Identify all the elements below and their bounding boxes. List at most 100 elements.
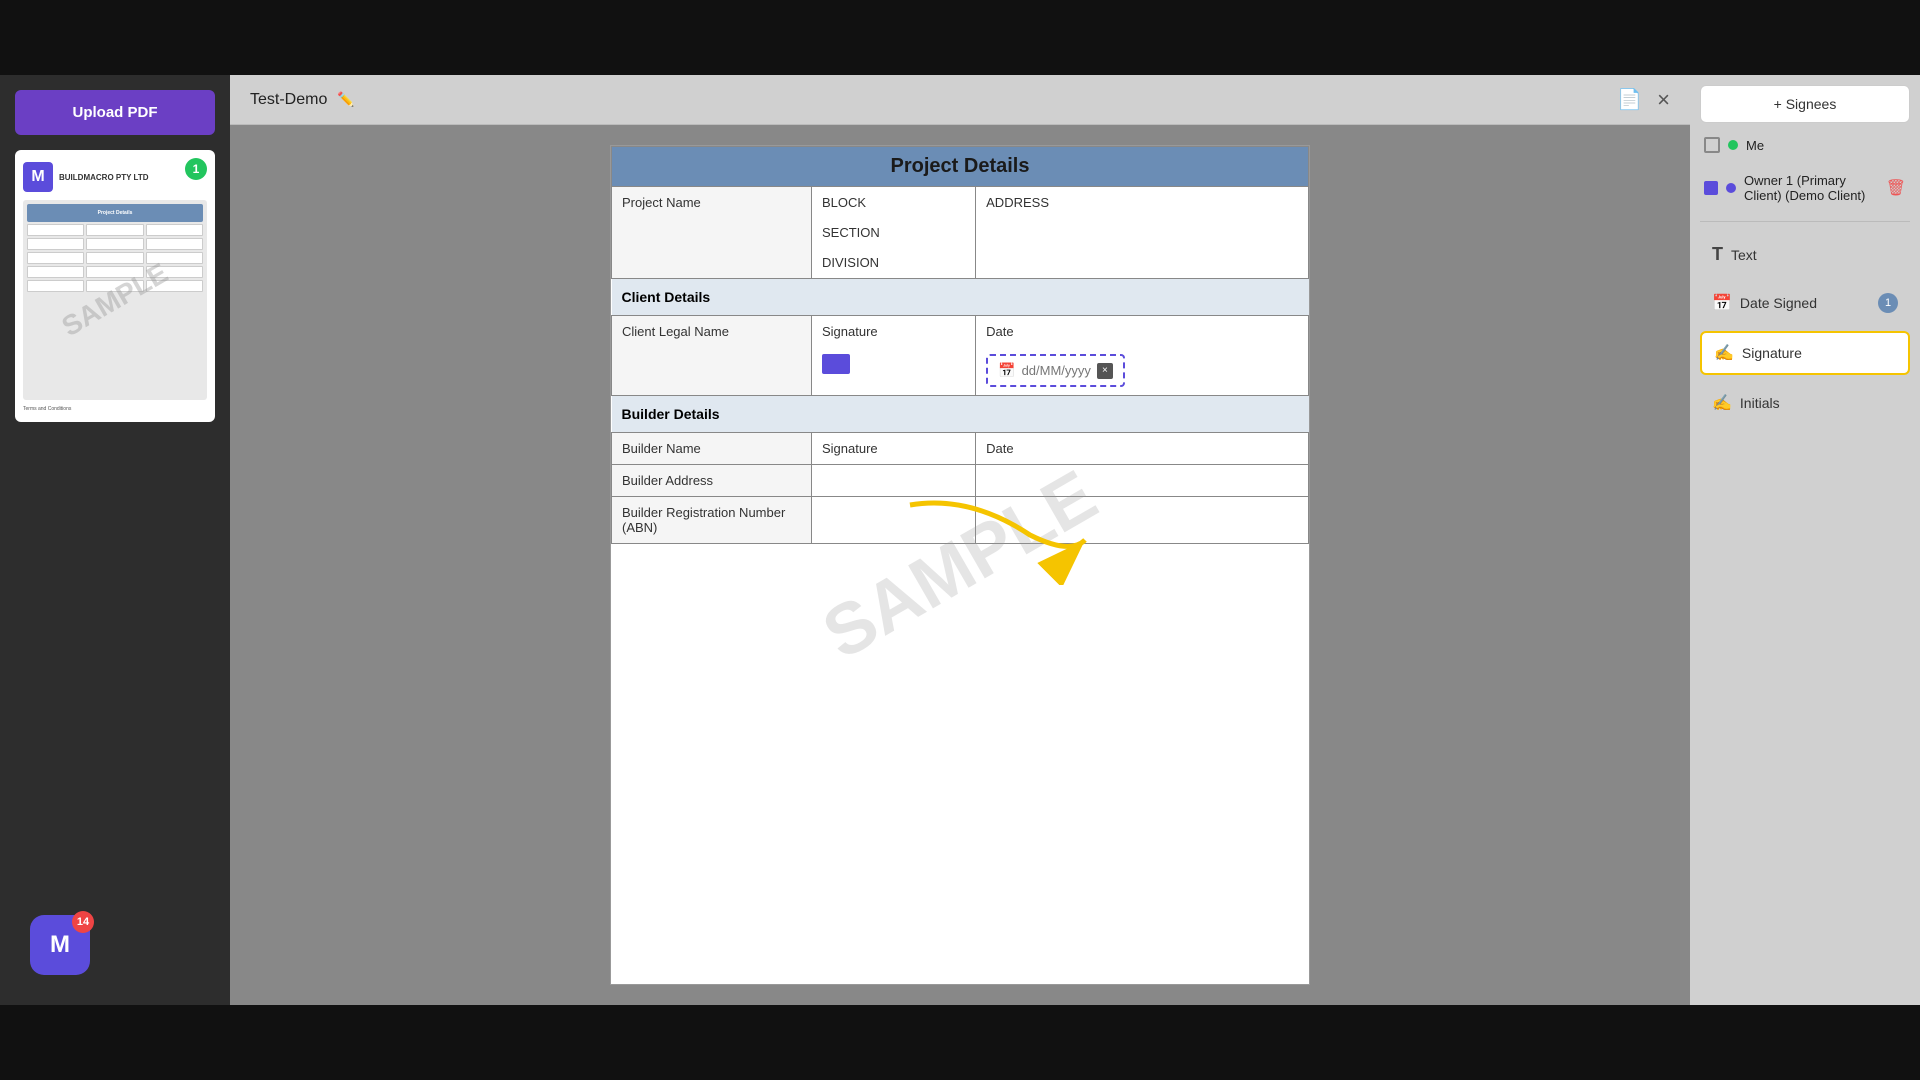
builder-date-cell: Date xyxy=(976,433,1309,465)
thumb-cell xyxy=(27,224,84,236)
close-button[interactable]: × xyxy=(1657,87,1670,113)
date-field[interactable]: 📅 dd/MM/yyyy × xyxy=(986,354,1125,387)
doc-area: Test-Demo ✏️ 📄 × SAMPLE Project Details … xyxy=(230,75,1690,1005)
thumb-cell xyxy=(86,224,143,236)
thumbnail-logo: M xyxy=(23,162,53,192)
signee-item-me: Me xyxy=(1700,131,1910,159)
top-bar xyxy=(0,0,1920,75)
thumb-cell xyxy=(146,280,203,292)
client-legal-name-label: Client Legal Name xyxy=(612,316,812,396)
doc-page: SAMPLE Project Details Project Name BLOC… xyxy=(610,145,1310,985)
thumb-header-text: Project Details xyxy=(98,210,133,216)
tool-item-signature[interactable]: ✍️ Signature xyxy=(1700,331,1910,375)
thumb-cell xyxy=(146,224,203,236)
signature-tool-icon: ✍️ xyxy=(1714,343,1734,363)
thumb-cell xyxy=(27,252,84,264)
table-row: Builder Address xyxy=(612,465,1309,497)
thumbnail-badge: 1 xyxy=(185,158,207,180)
doc-header-right: 📄 × xyxy=(1617,87,1670,113)
signature-block xyxy=(822,354,850,374)
client-date-cell: Date 📅 dd/MM/yyyy × xyxy=(976,316,1309,396)
main-content: Upload PDF M BUILDMACRO PTY LTD 1 Projec… xyxy=(0,75,1920,1005)
initials-tool-label: Initials xyxy=(1740,395,1780,411)
thumb-cell xyxy=(86,280,143,292)
project-details-header: Project Details xyxy=(612,147,1309,187)
app-icon-letter: M xyxy=(50,931,70,959)
signees-button[interactable]: + Signees xyxy=(1700,85,1910,123)
thumb-cell xyxy=(27,238,84,250)
client-details-header: Client Details xyxy=(612,279,1309,316)
thumb-cell xyxy=(86,252,143,264)
tool-item-initials[interactable]: ✍️ Initials xyxy=(1700,383,1910,423)
project-address-cell: ADDRESS xyxy=(976,187,1309,279)
signee-name-me: Me xyxy=(1746,138,1764,153)
builder-abn-label: Builder Registration Number (ABN) xyxy=(612,497,812,544)
right-sidebar: + Signees Me Owner 1 (Primary Client) (D… xyxy=(1690,75,1920,1005)
thumbnail-company: BUILDMACRO PTY LTD xyxy=(59,173,148,182)
text-tool-label: Text xyxy=(1731,247,1757,263)
bottom-bar xyxy=(0,1005,1920,1080)
thumb-cell xyxy=(146,238,203,250)
table-row: Client Legal Name Signature Date 📅 dd/MM xyxy=(612,316,1309,396)
date-signed-icon: 📅 xyxy=(1712,293,1732,313)
builder-address-date-cell xyxy=(976,465,1309,497)
app-icon[interactable]: M 14 xyxy=(30,915,90,975)
date-signed-label: Date Signed xyxy=(1740,295,1817,311)
thumb-row-5 xyxy=(27,280,203,292)
thumb-cell xyxy=(146,266,203,278)
builder-abn-date-cell xyxy=(976,497,1309,544)
builder-address-sig-cell xyxy=(812,465,976,497)
calendar-icon: 📅 xyxy=(998,362,1015,379)
tool-item-text[interactable]: T Text xyxy=(1700,234,1910,275)
date-close-button[interactable]: × xyxy=(1097,363,1113,379)
thumb-cell xyxy=(27,280,84,292)
doc-header: Test-Demo ✏️ 📄 × xyxy=(230,75,1690,125)
tool-item-date-signed[interactable]: 📅 Date Signed 1 xyxy=(1700,283,1910,323)
initials-tool-icon: ✍️ xyxy=(1712,393,1732,413)
thumb-row-1 xyxy=(27,224,203,236)
pdf-table: Project Details Project Name BLOCKSECTIO… xyxy=(611,146,1309,544)
thumb-cell xyxy=(86,238,143,250)
builder-signature-cell: Signature xyxy=(812,433,976,465)
thumb-cell xyxy=(27,266,84,278)
builder-details-header: Builder Details xyxy=(612,396,1309,433)
signee-delete-owner[interactable]: 🗑 xyxy=(1886,178,1906,198)
builder-abn-sig-cell xyxy=(812,497,976,544)
table-row: Project Name BLOCKSECTIONDIVISION ADDRES… xyxy=(612,187,1309,279)
signee-square-owner xyxy=(1704,181,1718,195)
file-icon[interactable]: 📄 xyxy=(1617,87,1642,112)
project-block-cell: BLOCKSECTIONDIVISION xyxy=(812,187,976,279)
signee-dot-me xyxy=(1728,140,1738,150)
thumb-cell xyxy=(86,266,143,278)
thumb-row-3 xyxy=(27,252,203,264)
client-signature-cell: Signature xyxy=(812,316,976,396)
pdf-thumbnail: M BUILDMACRO PTY LTD 1 Project Details xyxy=(15,150,215,422)
thumb-row-4 xyxy=(27,266,203,278)
project-name-label: Project Name xyxy=(612,187,812,279)
signee-dot-owner xyxy=(1726,183,1736,193)
signee-name-owner: Owner 1 (Primary Client) (Demo Client) xyxy=(1744,173,1878,203)
doc-title: Test-Demo xyxy=(250,91,327,109)
thumbnail-footer: Terms and Conditions xyxy=(23,404,207,414)
table-row: Client Details xyxy=(612,279,1309,316)
upload-pdf-button[interactable]: Upload PDF xyxy=(15,90,215,135)
table-row: Builder Name Signature Date xyxy=(612,433,1309,465)
table-row: Builder Details xyxy=(612,396,1309,433)
date-signed-count: 1 xyxy=(1878,293,1898,313)
signee-checkbox-me[interactable] xyxy=(1704,137,1720,153)
table-row: Builder Registration Number (ABN) xyxy=(612,497,1309,544)
builder-name-label: Builder Name xyxy=(612,433,812,465)
signature-tool-label: Signature xyxy=(1742,345,1802,361)
app-icon-badge: 14 xyxy=(72,911,94,933)
thumbnail-header: M BUILDMACRO PTY LTD xyxy=(23,158,207,196)
sidebar-divider xyxy=(1700,221,1910,222)
thumb-table-header: Project Details xyxy=(27,204,203,222)
doc-content: SAMPLE Project Details Project Name BLOC… xyxy=(230,125,1690,1005)
date-placeholder: dd/MM/yyyy xyxy=(1022,363,1091,378)
builder-address-label: Builder Address xyxy=(612,465,812,497)
text-tool-icon: T xyxy=(1712,244,1723,265)
thumb-row-2 xyxy=(27,238,203,250)
edit-icon[interactable]: ✏️ xyxy=(337,91,354,108)
table-row: Project Details xyxy=(612,147,1309,187)
left-sidebar: Upload PDF M BUILDMACRO PTY LTD 1 Projec… xyxy=(0,75,230,1005)
